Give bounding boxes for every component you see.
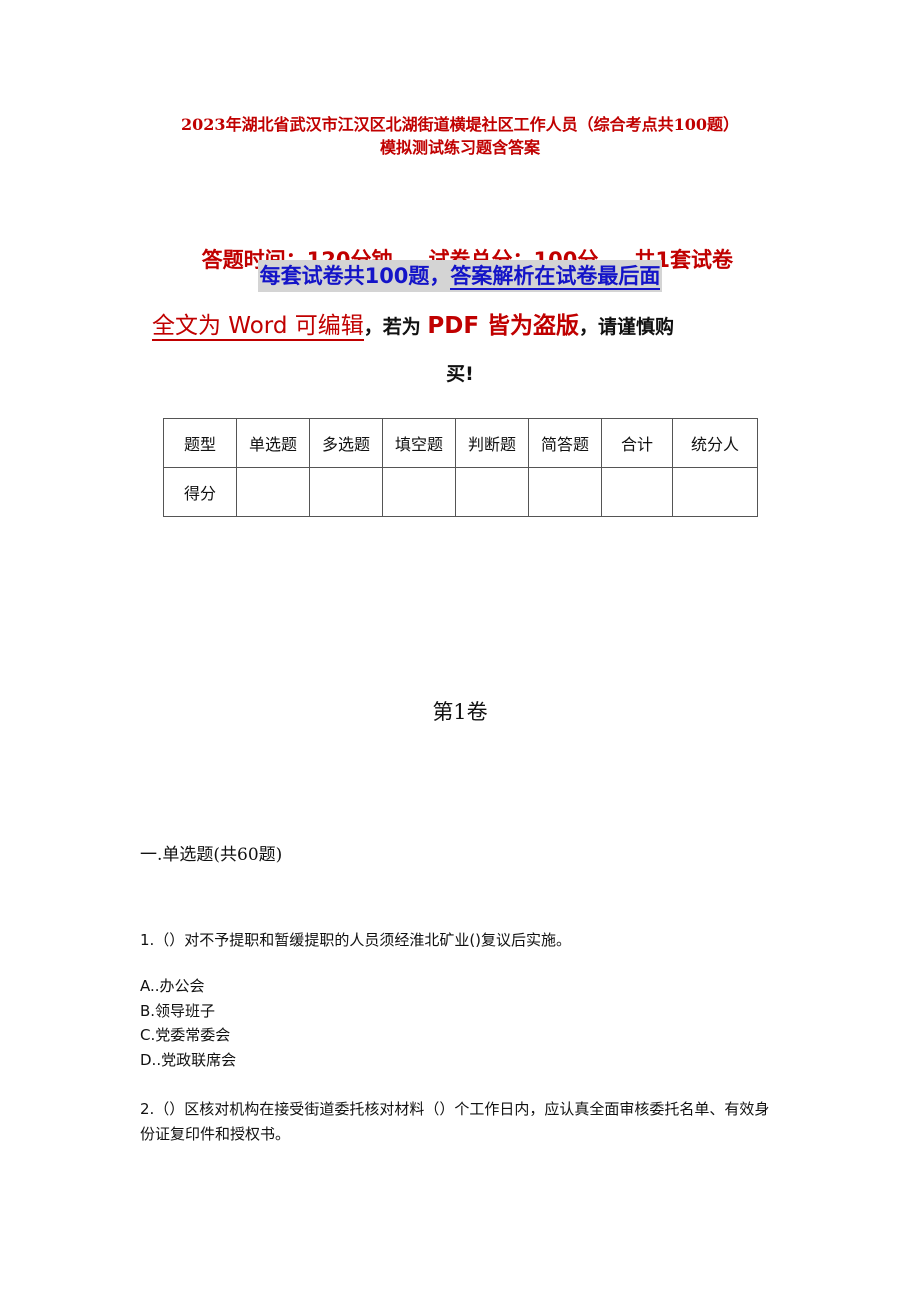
table-cell-header: 题型 bbox=[163, 418, 237, 468]
score-table: 题型 单选题 多选题 填空题 判断题 简答题 合计 统分人 得分 bbox=[163, 418, 758, 517]
word-editable-text: 全文为 Word 可编辑 bbox=[152, 313, 364, 341]
caution-text-end: 买! bbox=[446, 363, 474, 385]
score-table-score-row: 得分 bbox=[163, 467, 758, 517]
table-cell-header: 简答题 bbox=[528, 418, 602, 468]
table-cell-score bbox=[236, 467, 310, 517]
table-cell-header: 单选题 bbox=[236, 418, 310, 468]
notice-question-count: 每套试卷共100题， bbox=[259, 264, 451, 288]
table-cell-score bbox=[601, 467, 673, 517]
table-cell-header: 多选题 bbox=[309, 418, 383, 468]
notice-line: 每套试卷共100题，答案解析在试卷最后面 bbox=[0, 260, 920, 292]
question-2-text: 2.（）区核对机构在接受街道委托核对材料（）个工作日内，应认真全面审核委托名单、… bbox=[140, 1100, 770, 1143]
table-cell-header: 合计 bbox=[601, 418, 673, 468]
document-title-line-2: 模拟测试练习题含答案 bbox=[379, 138, 540, 157]
option-d: D..党政联席会 bbox=[140, 1050, 237, 1069]
question-1-text: 1.（）对不予提职和暂缓提职的人员须经淮北矿业()复议后实施。 bbox=[140, 931, 572, 949]
notice-answer-location: 答案解析在试卷最后面 bbox=[450, 264, 661, 290]
document-title-line-1: 2023年湖北省武汉市江汉区北湖街道横堤社区工作人员（综合考点共100题） bbox=[181, 115, 739, 134]
table-cell-header: 填空题 bbox=[382, 418, 456, 468]
option-b: B.领导班子 bbox=[140, 1001, 216, 1020]
table-cell-score bbox=[455, 467, 529, 517]
editable-connector-text: ，若为 bbox=[363, 316, 428, 338]
table-cell-score bbox=[309, 467, 383, 517]
pdf-piracy-text: PDF 皆为盗版 bbox=[427, 313, 580, 339]
table-cell-score bbox=[528, 467, 602, 517]
volume-heading: 第1卷 bbox=[432, 700, 488, 724]
section-heading: 一.单选题(共60题) bbox=[140, 845, 283, 865]
table-cell-header: 统分人 bbox=[672, 418, 758, 468]
score-table-header-row: 题型 单选题 多选题 填空题 判断题 简答题 合计 统分人 bbox=[163, 418, 758, 468]
caution-text: ，请谨慎购 bbox=[579, 316, 675, 338]
table-cell-header: 判断题 bbox=[455, 418, 529, 468]
table-cell-score bbox=[382, 467, 456, 517]
table-cell-score-label: 得分 bbox=[163, 467, 237, 517]
question-1-options: A..办公会 B.领导班子 C.党委常委会 D..党政联席会 bbox=[140, 974, 236, 1072]
option-a: A..办公会 bbox=[140, 977, 205, 995]
option-c: C.党委常委会 bbox=[140, 1026, 231, 1044]
table-cell-score bbox=[672, 467, 758, 517]
editable-notice-line: 全文为 Word 可编辑，若为 PDF 皆为盗版，请谨慎购 bbox=[152, 308, 772, 345]
notice-highlight: 每套试卷共100题，答案解析在试卷最后面 bbox=[257, 260, 663, 292]
